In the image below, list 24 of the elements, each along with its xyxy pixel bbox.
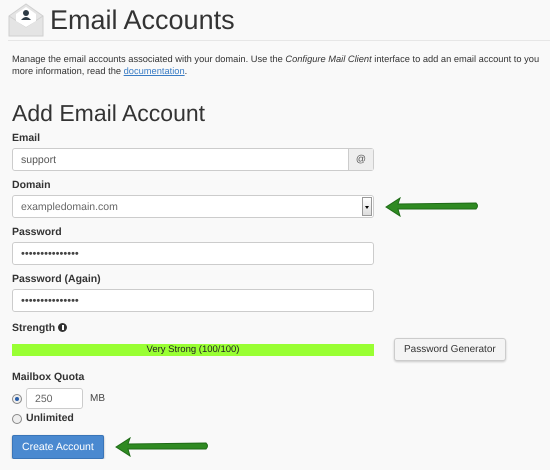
radio-label: Unlimited	[26, 412, 74, 425]
field-label: Password	[12, 226, 62, 239]
create-account-button[interactable]: Create Account	[12, 435, 104, 459]
envelope-icon	[8, 3, 44, 37]
section-title: Add Email Account	[12, 99, 206, 127]
quota-field[interactable]: 250	[26, 388, 83, 409]
email-field[interactable]: support @	[12, 148, 374, 171]
password-generator-button[interactable]: Password Generator	[394, 338, 506, 361]
strength-reading: Very Strong (100/100)	[146, 344, 240, 356]
password-field[interactable]: •••••••••••••••	[12, 242, 374, 265]
unit-label: MB	[90, 393, 105, 404]
radio-button[interactable]	[12, 394, 22, 404]
field-label: Email	[12, 132, 40, 145]
intro-text: Manage the email accounts associated with your domain. Use the Configure Mail Client interface to add an email account to you more information, read the documentation.	[12, 53, 540, 77]
password-field[interactable]: •••••••••••••••	[12, 289, 374, 312]
page-title: Email Accounts	[50, 4, 235, 36]
field-label: Password (Again)	[12, 273, 101, 286]
field-label: Strength	[12, 322, 56, 335]
info-icon	[58, 323, 68, 332]
radio-button[interactable]	[12, 414, 22, 424]
field-label: Domain	[12, 179, 51, 192]
field-label: Mailbox Quota	[12, 371, 84, 384]
documentation-link[interactable]: documentation	[124, 66, 185, 76]
domain-dropdown[interactable]: exampledomain.com	[12, 195, 374, 218]
